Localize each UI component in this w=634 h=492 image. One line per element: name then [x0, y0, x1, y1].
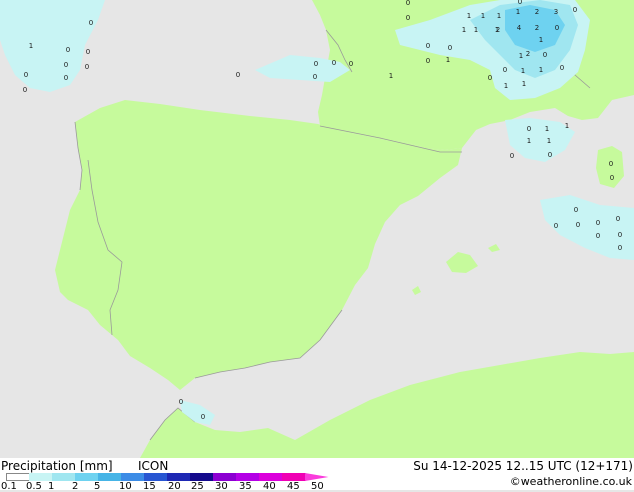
- legend-swatch: [29, 473, 53, 481]
- precip-value-label: 0: [64, 61, 68, 69]
- precip-value-label: 0: [66, 46, 70, 54]
- precip-value-label: 0: [426, 42, 430, 50]
- precip-value-label: 0: [179, 398, 183, 406]
- precip-value-label: 0: [503, 66, 507, 74]
- precip-value-label: 0: [576, 221, 580, 229]
- precip-value-label: 0: [618, 231, 622, 239]
- precip-value-label: 0: [488, 74, 492, 82]
- precip-value-label: 0: [554, 222, 558, 230]
- legend-swatch: [305, 473, 329, 481]
- precip-value-label: 1: [497, 12, 501, 20]
- legend-tick-label: 45: [287, 481, 300, 492]
- legend-swatch: [6, 473, 30, 481]
- precip-value-label: 0: [24, 71, 28, 79]
- precip-value-label: 0: [596, 219, 600, 227]
- legend-swatch: [213, 473, 237, 481]
- legend-tick-label: 35: [239, 481, 252, 492]
- legend-swatch: [144, 473, 168, 481]
- legend-swatch: [259, 473, 283, 481]
- precip-value-label: 1: [539, 36, 543, 44]
- chart-title: Precipitation [mm]: [1, 459, 113, 473]
- precip-value-label: 1: [522, 80, 526, 88]
- precip-value-label: 0: [596, 232, 600, 240]
- legend-tick-label: 50: [311, 481, 324, 492]
- precip-value-label: 0: [313, 73, 317, 81]
- legend-swatch: [282, 473, 306, 481]
- precip-value-label: 1: [565, 122, 569, 130]
- precip-value-label: 0: [573, 6, 577, 14]
- precip-value-label: 1: [519, 52, 523, 60]
- precip-value-label: 1: [527, 137, 531, 145]
- precip-value-label: 0: [85, 63, 89, 71]
- legend-swatch: [190, 473, 214, 481]
- precip-value-label: 0: [518, 0, 522, 6]
- legend-tick-label: 20: [168, 481, 181, 492]
- precip-value-label: 0: [618, 244, 622, 252]
- precip-value-label: 2: [526, 50, 530, 58]
- precip-value-label: 4: [517, 24, 522, 32]
- precip-value-label: 0: [89, 19, 93, 27]
- precip-value-label: 0: [555, 24, 559, 32]
- precip-value-label: 0: [314, 60, 318, 68]
- legend-tick-label: 10: [119, 481, 132, 492]
- precip-value-label: 1: [467, 12, 471, 20]
- precip-value-label: 1: [545, 125, 549, 133]
- precip-value-label: 2: [535, 8, 539, 16]
- precip-value-label: 0: [448, 44, 452, 52]
- legend-swatch: [236, 473, 260, 481]
- precip-value-label: 1: [521, 67, 525, 75]
- legend-swatch: [121, 473, 145, 481]
- precip-value-label: 0: [349, 60, 353, 68]
- legend-swatch: [167, 473, 191, 481]
- precip-value-label: 2: [496, 26, 500, 34]
- precip-value-label: 1: [547, 137, 551, 145]
- precip-value-label: 1: [462, 26, 466, 34]
- legend-tick-label: 5: [94, 481, 101, 492]
- precip-value-label: 0: [610, 174, 614, 182]
- legend-tick-label: 0.1: [1, 481, 17, 492]
- model-name: ICON: [138, 459, 169, 473]
- precip-value-label: 2: [535, 24, 539, 32]
- precip-value-label: 0: [332, 59, 336, 67]
- legend-colorbar: [6, 473, 329, 481]
- precip-value-label: 0: [548, 151, 552, 159]
- precip-value-label: 0: [406, 0, 410, 7]
- precip-value-label: 3: [554, 8, 558, 16]
- precipitation-map: 01 0 00 00 0000 0 00 11 1 1011 2 3 01 1 2 4 2 00120 1 1 00 1 1…: [0, 0, 634, 458]
- legend-swatch: [75, 473, 99, 481]
- precip-value-label: 0: [543, 51, 547, 59]
- legend-tick-label: 0.5: [26, 481, 42, 492]
- precip-value-label: 0: [609, 160, 613, 168]
- precip-value-label: 0: [616, 215, 620, 223]
- precip-value-label: 0: [236, 71, 240, 79]
- legend-tick-label: 40: [263, 481, 276, 492]
- precip-value-label: 0: [560, 64, 564, 72]
- precip-value-label: 1: [481, 12, 485, 20]
- legend-tick-label: 2: [72, 481, 79, 492]
- precip-value-label: 1: [539, 66, 543, 74]
- legend-tick-label: 15: [143, 481, 156, 492]
- precip-value-label: 0: [64, 74, 68, 82]
- precip-value-label: 1: [29, 42, 33, 50]
- precip-value-label: 0: [201, 413, 205, 421]
- precip-value-label: 0: [527, 125, 531, 133]
- legend-swatch: [52, 473, 76, 481]
- legend-tick-label: 1: [48, 481, 55, 492]
- precip-value-label: 1: [504, 82, 508, 90]
- precip-value-label: 0: [23, 86, 27, 94]
- precip-value-label: 1: [389, 72, 393, 80]
- precip-value-label: 0: [426, 57, 430, 65]
- valid-time: Su 14-12-2025 12..15 UTC (12+171): [413, 459, 633, 473]
- precip-value-label: 0: [406, 14, 410, 22]
- precip-value-label: 1: [474, 26, 478, 34]
- credit-text: ©weatheronline.co.uk: [509, 475, 632, 488]
- precip-value-label: 1: [516, 8, 520, 16]
- precip-value-label: 0: [574, 206, 578, 214]
- precip-value-label: 0: [510, 152, 514, 160]
- legend-tick-label: 25: [191, 481, 204, 492]
- legend-tick-label: 30: [215, 481, 228, 492]
- precip-value-label: 0: [86, 48, 90, 56]
- precip-value-label: 1: [446, 56, 450, 64]
- legend-swatch: [98, 473, 122, 481]
